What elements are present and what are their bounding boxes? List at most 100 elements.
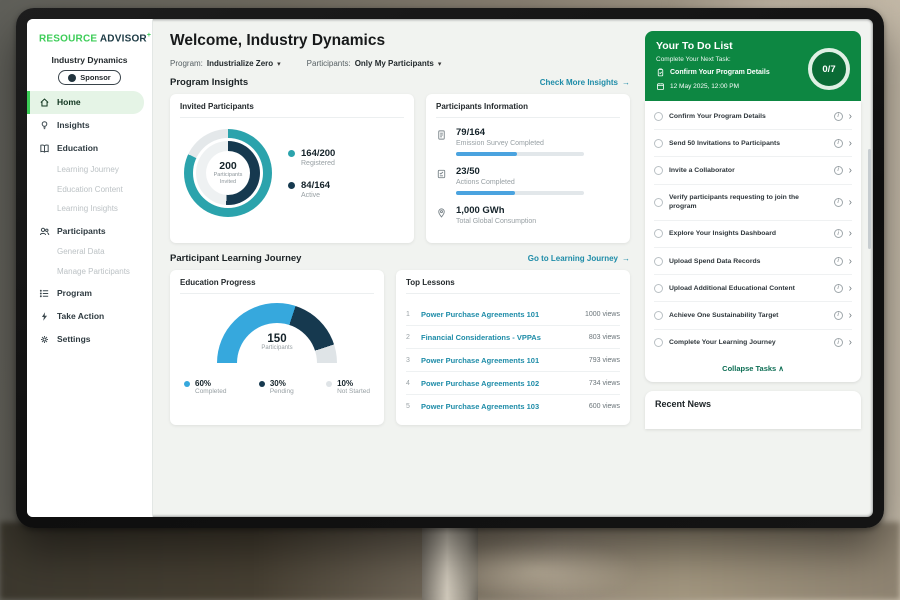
sidebar-item-general-data[interactable]: General Data [27, 243, 152, 263]
chevron-down-icon: ▾ [438, 60, 442, 68]
org-name: Industry Dynamics [27, 55, 152, 65]
checkbox[interactable] [654, 166, 663, 175]
arrow-right-icon: → [622, 254, 630, 263]
filter-bar: Program: Industrialize Zero ▾ Participan… [170, 59, 630, 68]
chevron-right-icon[interactable]: › [849, 311, 852, 320]
lesson-link[interactable]: Power Purchase Agreements 102 [421, 379, 582, 388]
go-to-learning-journey-link[interactable]: Go to Learning Journey → [528, 254, 630, 263]
legend-not-started: 10% Not Started [326, 379, 370, 395]
sidebar-item-education-content[interactable]: Education Content [27, 180, 152, 200]
todo-panel: Your To Do List Complete Your Next Task:… [645, 31, 861, 517]
logo-advisor: ADVISOR [100, 33, 147, 44]
chevron-right-icon[interactable]: › [849, 229, 852, 238]
info-icon[interactable]: i [834, 112, 843, 121]
todo-progress-value: 0/7 [822, 64, 835, 75]
chevron-up-icon: ∧ [778, 364, 784, 373]
sidebar-item-participants[interactable]: Participants [27, 220, 152, 243]
checkbox[interactable] [654, 257, 663, 266]
info-icon[interactable]: i [834, 311, 843, 320]
sponsor-label: Sponsor [80, 73, 110, 82]
sidebar-item-insights[interactable]: Insights [27, 114, 152, 137]
section-title: Participant Learning Journey [170, 253, 301, 264]
arrow-right-icon: → [622, 78, 630, 87]
collapse-tasks-button[interactable]: Collapse Tasks ∧ [654, 356, 852, 378]
top-lessons-card: Top Lessons 1 Power Purchase Agreements … [396, 270, 630, 425]
info-icon[interactable]: i [834, 338, 843, 347]
lesson-link[interactable]: Power Purchase Agreements 103 [421, 402, 582, 411]
sidebar-item-settings[interactable]: Settings [27, 328, 152, 351]
chevron-right-icon[interactable]: › [849, 284, 852, 293]
gear-icon [39, 334, 50, 345]
info-icon[interactable]: i [834, 229, 843, 238]
sidebar-item-learning-insights[interactable]: Learning Insights [27, 200, 152, 220]
legend-pending: 30% Pending [259, 379, 294, 395]
sidebar-item-manage-participants[interactable]: Manage Participants [27, 263, 152, 283]
sidebar-nav: Home Insights Education Learning Journey [27, 91, 152, 351]
sidebar-item-home[interactable]: Home [27, 91, 144, 114]
task-row-upload-educational-content[interactable]: Upload Additional Educational Content i … [654, 275, 852, 302]
lesson-link[interactable]: Power Purchase Agreements 101 [421, 310, 578, 319]
lesson-views: 600 views [589, 403, 620, 410]
task-row-confirm-program[interactable]: Confirm Your Program Details i › [654, 103, 852, 130]
learning-journey-header: Participant Learning Journey Go to Learn… [170, 253, 630, 264]
task-label: Send 50 Invitations to Participants [669, 139, 828, 148]
bolt-icon [39, 311, 50, 322]
lesson-link[interactable]: Power Purchase Agreements 101 [421, 356, 582, 365]
info-icon[interactable]: i [834, 198, 843, 207]
metric-value: 1,000 GWh [456, 205, 536, 216]
sidebar: RESOURCE ADVISOR+ Industry Dynamics Spon… [27, 19, 153, 517]
info-icon[interactable]: i [834, 257, 843, 266]
info-icon[interactable]: i [834, 284, 843, 293]
chevron-right-icon[interactable]: › [849, 166, 852, 175]
lesson-link[interactable]: Financial Considerations - VPPAs [421, 333, 582, 342]
legend-active: 84/164 Active [288, 180, 335, 199]
task-row-explore-insights[interactable]: Explore Your Insights Dashboard i › [654, 221, 852, 248]
todo-next-task: Confirm Your Program Details [656, 68, 806, 77]
checkbox[interactable] [654, 311, 663, 320]
progress-bar [456, 152, 584, 156]
calendar-icon [656, 82, 665, 91]
chevron-right-icon[interactable]: › [849, 198, 852, 207]
task-label: Achieve One Sustainability Target [669, 311, 828, 320]
sidebar-item-education[interactable]: Education [27, 137, 152, 160]
checkbox[interactable] [654, 284, 663, 293]
info-icon[interactable]: i [834, 166, 843, 175]
program-filter[interactable]: Program: Industrialize Zero ▾ [170, 59, 281, 68]
checkbox[interactable] [654, 229, 663, 238]
sidebar-item-program[interactable]: Program [27, 282, 152, 305]
info-icon[interactable]: i [834, 139, 843, 148]
todo-task-list: Confirm Your Program Details i › Send 50… [645, 101, 861, 382]
participants-filter[interactable]: Participants: Only My Participants ▾ [307, 59, 442, 68]
task-row-invite-collaborator[interactable]: Invite a Collaborator i › [654, 157, 852, 184]
task-row-send-invitations[interactable]: Send 50 Invitations to Participants i › [654, 130, 852, 157]
insights-cards-row: Invited Participants 200 Participants In… [170, 94, 630, 243]
chevron-right-icon[interactable]: › [849, 257, 852, 266]
checkbox[interactable] [654, 139, 663, 148]
metric-label: Total Global Consumption [456, 218, 536, 225]
legend-dot [288, 150, 295, 157]
task-row-complete-learning-journey[interactable]: Complete Your Learning Journey i › [654, 330, 852, 356]
task-label: Invite a Collaborator [669, 166, 828, 175]
legend-value: 10% [337, 379, 370, 388]
sponsor-icon [68, 74, 76, 82]
background-photo: RESOURCE ADVISOR+ Industry Dynamics Spon… [0, 0, 900, 600]
chevron-right-icon[interactable]: › [849, 139, 852, 148]
lesson-row: 4 Power Purchase Agreements 102 734 view… [406, 372, 620, 395]
lesson-views: 803 views [589, 334, 620, 341]
chevron-right-icon[interactable]: › [849, 338, 852, 347]
checkbox[interactable] [654, 112, 663, 121]
task-row-achieve-target[interactable]: Achieve One Sustainability Target i › [654, 302, 852, 329]
gauge-value: 150 [217, 333, 337, 345]
sidebar-item-label: Program [57, 289, 92, 298]
task-row-upload-spend-data[interactable]: Upload Spend Data Records i › [654, 248, 852, 275]
check-more-insights-link[interactable]: Check More Insights → [540, 78, 630, 87]
participants-filter-value: Only My Participants [355, 59, 434, 68]
checkbox[interactable] [654, 198, 663, 207]
task-row-verify-participants[interactable]: Verify participants requesting to join t… [654, 185, 852, 221]
link-label: Go to Learning Journey [528, 254, 618, 263]
sidebar-item-take-action[interactable]: Take Action [27, 305, 152, 328]
chevron-right-icon[interactable]: › [849, 112, 852, 121]
scrollbar[interactable] [868, 149, 871, 249]
checkbox[interactable] [654, 338, 663, 347]
sidebar-item-learning-journey[interactable]: Learning Journey [27, 160, 152, 180]
